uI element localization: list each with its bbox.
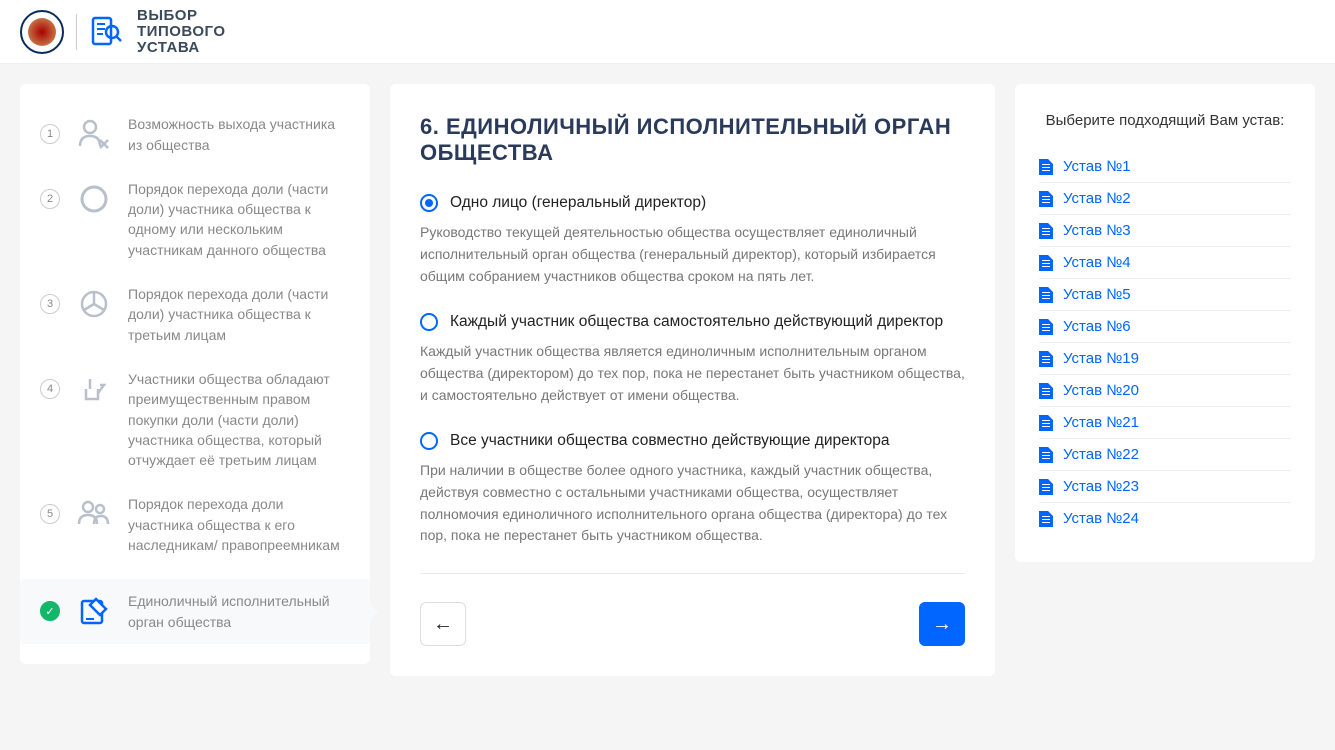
charter-link[interactable]: Устав №1 [1039, 151, 1291, 183]
charter-link-label: Устав №6 [1063, 318, 1131, 335]
option-description: При наличии в обществе более одного учас… [420, 460, 965, 547]
step-icon [74, 591, 114, 631]
logo-divider [76, 14, 77, 50]
charter-link-label: Устав №3 [1063, 222, 1131, 239]
step-badge: 5 [40, 504, 60, 524]
document-icon [1039, 223, 1053, 239]
charter-link-label: Устав №5 [1063, 286, 1131, 303]
option-description: Каждый участник общества является единол… [420, 341, 965, 406]
back-button[interactable]: ← [420, 602, 466, 646]
nav-row: ← → [420, 602, 965, 646]
step-text: Порядок перехода доли участника общества… [128, 494, 350, 555]
step-badge: 1 [40, 124, 60, 144]
step-icon [74, 494, 114, 534]
charter-link[interactable]: Устав №3 [1039, 215, 1291, 247]
step-text: Порядок перехода доли (части доли) участ… [128, 284, 350, 345]
sidebar-step-5[interactable]: 5 Порядок перехода доли участника обществ… [40, 494, 350, 555]
document-icon [1039, 255, 1053, 271]
step-badge: 4 [40, 379, 60, 399]
step-text: Единоличный исполнительный орган обществ… [128, 591, 350, 632]
arrow-right-icon: → [932, 613, 952, 636]
step-icon [74, 369, 114, 409]
step-icon [74, 114, 114, 154]
charter-link-label: Устав №24 [1063, 510, 1139, 527]
option-1: Одно лицо (генеральный директор) Руководс… [420, 194, 965, 287]
sidebar-step-3[interactable]: 3 Порядок перехода доли (части доли) учас… [40, 284, 350, 345]
divider [420, 573, 965, 574]
sidebar-step-4[interactable]: 4 Участники общества обладают преимуществ… [40, 369, 350, 470]
step-text: Возможность выхода участника из общества [128, 114, 350, 155]
sidebar: 1 Возможность выхода участника из обществ… [20, 84, 370, 664]
document-icon [1039, 191, 1053, 207]
charter-link[interactable]: Устав №2 [1039, 183, 1291, 215]
radio-icon [420, 194, 438, 212]
next-button[interactable]: → [919, 602, 965, 646]
step-badge-done: ✓ [40, 601, 60, 621]
rightbar: Выберите подходящий Вам устав: Устав №1 У… [1015, 84, 1315, 562]
sidebar-step-6[interactable]: ✓ Единоличный исполнительный орган общест… [20, 579, 370, 644]
charter-link-label: Устав №19 [1063, 350, 1139, 367]
option-description: Руководство текущей деятельностью общест… [420, 222, 965, 287]
radio-icon [420, 313, 438, 331]
option-label: Каждый участник общества самостоятельно … [450, 313, 943, 331]
page-title: 6. ЕДИНОЛИЧНЫЙ ИСПОЛНИТЕЛЬНЫЙ ОРГАН ОБЩЕ… [420, 114, 965, 166]
charter-link[interactable]: Устав №21 [1039, 407, 1291, 439]
charter-link-label: Устав №22 [1063, 446, 1139, 463]
header: ВЫБОР ТИПОВОГО УСТАВА [0, 0, 1335, 64]
charter-link[interactable]: Устав №4 [1039, 247, 1291, 279]
charter-link-label: Устав №20 [1063, 382, 1139, 399]
option-3: Все участники общества совместно действу… [420, 432, 965, 547]
rightbar-title: Выберите подходящий Вам устав: [1039, 112, 1291, 129]
document-icon [1039, 447, 1053, 463]
document-icon [1039, 287, 1053, 303]
step-text: Порядок перехода доли (части доли) участ… [128, 179, 350, 260]
main-layout: 1 Возможность выхода участника из обществ… [0, 64, 1335, 696]
charter-link[interactable]: Устав №23 [1039, 471, 1291, 503]
charter-link-label: Устав №21 [1063, 414, 1139, 431]
document-icon [1039, 415, 1053, 431]
option-radio-row[interactable]: Одно лицо (генеральный директор) [420, 194, 965, 212]
content-panel: 6. ЕДИНОЛИЧНЫЙ ИСПОЛНИТЕЛЬНЫЙ ОРГАН ОБЩЕ… [390, 84, 995, 676]
emblem-logo [20, 10, 64, 54]
charter-link-label: Устав №23 [1063, 478, 1139, 495]
sidebar-step-2[interactable]: 2 Порядок перехода доли (части доли) учас… [40, 179, 350, 260]
radio-icon [420, 432, 438, 450]
step-icon [74, 284, 114, 324]
document-icon [1039, 159, 1053, 175]
option-label: Одно лицо (генеральный директор) [450, 194, 706, 212]
document-icon [1039, 351, 1053, 367]
option-label: Все участники общества совместно действу… [450, 432, 890, 450]
option-radio-row[interactable]: Каждый участник общества самостоятельно … [420, 313, 965, 331]
charter-link[interactable]: Устав №24 [1039, 503, 1291, 534]
charter-link[interactable]: Устав №19 [1039, 343, 1291, 375]
option-radio-row[interactable]: Все участники общества совместно действу… [420, 432, 965, 450]
document-icon [1039, 319, 1053, 335]
step-icon [74, 179, 114, 219]
sidebar-step-1[interactable]: 1 Возможность выхода участника из обществ… [40, 114, 350, 155]
document-icon [1039, 511, 1053, 527]
document-search-icon [89, 14, 125, 50]
charter-link[interactable]: Устав №6 [1039, 311, 1291, 343]
step-badge: 2 [40, 189, 60, 209]
charter-link[interactable]: Устав №5 [1039, 279, 1291, 311]
header-title: ВЫБОР ТИПОВОГО УСТАВА [137, 8, 226, 55]
charter-link-label: Устав №1 [1063, 158, 1131, 175]
charter-link[interactable]: Устав №22 [1039, 439, 1291, 471]
charter-link-label: Устав №2 [1063, 190, 1131, 207]
step-text: Участники общества обладают преимуществе… [128, 369, 350, 470]
charter-link-label: Устав №4 [1063, 254, 1131, 271]
arrow-left-icon: ← [433, 613, 453, 636]
document-icon [1039, 479, 1053, 495]
document-icon [1039, 383, 1053, 399]
step-badge: 3 [40, 294, 60, 314]
option-2: Каждый участник общества самостоятельно … [420, 313, 965, 406]
charter-link[interactable]: Устав №20 [1039, 375, 1291, 407]
